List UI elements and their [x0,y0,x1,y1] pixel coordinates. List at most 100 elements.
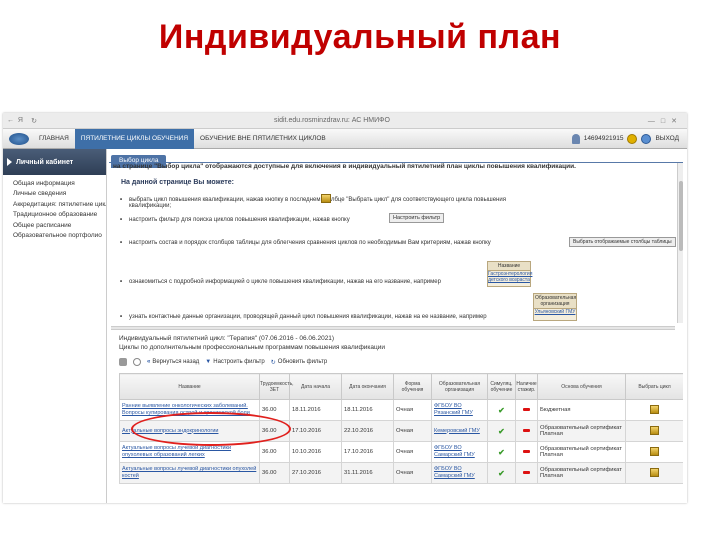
check-icon: ✔ [487,399,516,421]
org-link[interactable]: ФГБОУ ВО Самарский ГМУ [431,462,488,484]
cycle-start: 27.10.2016 [289,462,342,484]
plan-title: Индивидуальный пятилетний цикл: "Терапия… [119,335,335,342]
logo-icon [9,132,29,145]
minus-icon [515,462,538,484]
info-bullet: настроить фильтр для поиска циклов повыш… [120,217,350,223]
exit-button[interactable]: ВЫХОД [655,135,679,142]
splitter[interactable] [111,326,675,330]
col-org[interactable]: Образовательная организация [431,373,488,400]
main-content: Выбор цикла на странице "Выбор цикла" от… [109,149,683,503]
col-form[interactable]: Форма обучения [393,373,432,400]
org-popover: Образовательная организация Ульяновский … [533,293,577,321]
address-bar[interactable]: sidit.edu.rosminzdrav.ru: АС НМИФО [41,117,623,124]
col-end[interactable]: Дата окончания [341,373,394,400]
tools-icon[interactable] [119,358,127,366]
select-cycle-button[interactable] [625,420,683,442]
cycle-form: Очная [393,441,432,463]
info-heading: На данной странице Вы можете: [121,179,234,186]
highlight-oval [131,412,291,446]
app-header: ГЛАВНАЯ ПЯТИЛЕТНИЕ ЦИКЛЫ ОБУЧЕНИЯ ОБУЧЕН… [3,128,687,149]
minus-icon [515,399,538,421]
filter-icon: ▼ [205,359,212,365]
check-icon: ✔ [487,420,516,442]
cycle-end: 31.11.2016 [341,462,394,484]
sidebar-item-general[interactable]: Общая информация [13,179,106,189]
sidebar-item-accreditation[interactable]: Аккредитация: пятилетние цикл [13,200,106,210]
cycle-form: Очная [393,420,432,442]
col-start[interactable]: Дата начала [289,373,342,400]
select-icon [650,467,659,477]
minus-icon [515,441,538,463]
plan-subtitle: Циклы по дополнительным профессиональным… [119,344,386,351]
check-icon: ✔ [487,462,516,484]
back-icon[interactable]: ← Я [7,117,27,124]
col-sim[interactable]: Симуляц. обучение [487,373,516,400]
info-bullet: выбрать цикл повышения квалификации, наж… [120,197,549,209]
refresh-icon[interactable] [133,358,141,366]
select-cycle-button[interactable] [625,441,683,463]
search-icon[interactable] [627,133,638,144]
cycle-end: 17.10.2016 [341,441,394,463]
info-bullet: ознакомиться с подробной информацией о ц… [120,279,441,285]
cycle-form: Очная [393,462,432,484]
reload-icon[interactable]: ↻ [27,117,41,125]
grid-toolbar: «Вернуться назад ▼ Настроить фильтр ↻ Обно… [119,356,327,368]
cycle-end: 22.10.2016 [341,420,394,442]
org-link[interactable]: Кемеровский ГМУ [431,420,488,442]
cycle-hours: 36.00 [259,441,290,463]
cycle-start: 18.11.2016 [289,399,342,421]
org-link[interactable]: ФГБОУ ВО Рязанский ГМУ [431,399,488,421]
user-icon [571,133,580,144]
select-cycle-button[interactable] [625,462,683,484]
table-row: Актуальные вопросы лучевой диагностики о… [119,462,683,484]
menu-home[interactable]: ГЛАВНАЯ [33,129,75,149]
browser-bar: ← Я ↻ sidit.edu.rosminzdrav.ru: АС НМИФО… [3,113,687,129]
sidebar: Личный кабинет Общая информация Личные с… [3,149,107,503]
org-link[interactable]: ФГБОУ ВО Самарский ГМУ [431,441,488,463]
select-cycle-icon [321,194,331,203]
name-popover: Название Гастроэнтерология детского возр… [487,261,533,287]
info-bullet: настроить состав и порядок столбцов табл… [120,239,529,248]
col-basis[interactable]: Основа обучения [537,373,626,400]
cycle-name-link[interactable]: Актуальные вопросы лучевой диагностики о… [119,462,260,484]
table-header: Название Трудоемкость, ЗЕТ Дата начала Д… [119,373,683,400]
select-cycle-button[interactable] [625,399,683,421]
help-icon[interactable] [641,133,652,144]
filter-button[interactable]: ▼ Настроить фильтр [205,359,264,365]
col-select[interactable]: Выбрать цикл [625,373,683,400]
refresh-filter-icon: ↻ [270,359,276,366]
sidebar-title: Личный кабинет [16,158,74,166]
info-panel: на странице "Выбор цикла" отображаются д… [109,163,683,186]
cycle-hours: 36.00 [259,462,290,484]
sidebar-header[interactable]: Личный кабинет [3,149,106,175]
col-name[interactable]: Название [119,373,260,400]
slide-title: Индивидуальный план [158,18,562,56]
user-id: 14694921915 [583,135,624,142]
cycle-basis: Бюджетная [537,399,626,421]
menu-five-year-cycles[interactable]: ПЯТИЛЕТНИЕ ЦИКЛЫ ОБУЧЕНИЯ [74,128,195,149]
arrow-icon [7,158,12,166]
popover-link: Ульяновский ГМУ [534,309,576,315]
back-button[interactable]: «Вернуться назад [147,359,199,365]
refresh-filter-button[interactable]: ↻ Обновить фильтр [271,359,327,366]
info-bullet: узнать контактные данные организации, пр… [120,314,487,320]
sidebar-item-schedule[interactable]: Общее расписание [13,221,106,231]
col-hours[interactable]: Трудоемкость, ЗЕТ [259,373,294,400]
check-icon: ✔ [487,441,516,463]
cycle-basis: Образовательный сертификат Платная [537,420,626,442]
double-left-icon: « [147,359,151,365]
popover-link: Гастроэнтерология детского возраста [488,271,533,283]
info-top-text: на странице "Выбор цикла" отображаются д… [113,163,576,170]
cycle-form: Очная [393,399,432,421]
menu-outside-cycles[interactable]: ОБУЧЕНИЕ ВНЕ ПЯТИЛЕТНИХ ЦИКЛОВ [194,129,332,149]
scrollbar[interactable] [677,163,683,323]
cycle-end: 18.11.2016 [341,399,394,421]
select-icon [650,404,659,414]
minus-icon [515,420,538,442]
sidebar-item-personal[interactable]: Личные сведения [13,189,106,199]
window-controls-icon[interactable]: —□✕ [623,117,683,125]
sidebar-item-traditional[interactable]: Традиционное образование [13,210,106,220]
col-intern[interactable]: Наличие стажир. [515,373,538,400]
app-screenshot: ← Я ↻ sidit.edu.rosminzdrav.ru: АС НМИФО… [3,113,687,503]
sidebar-item-portfolio[interactable]: Образовательное портфолио [13,231,106,241]
